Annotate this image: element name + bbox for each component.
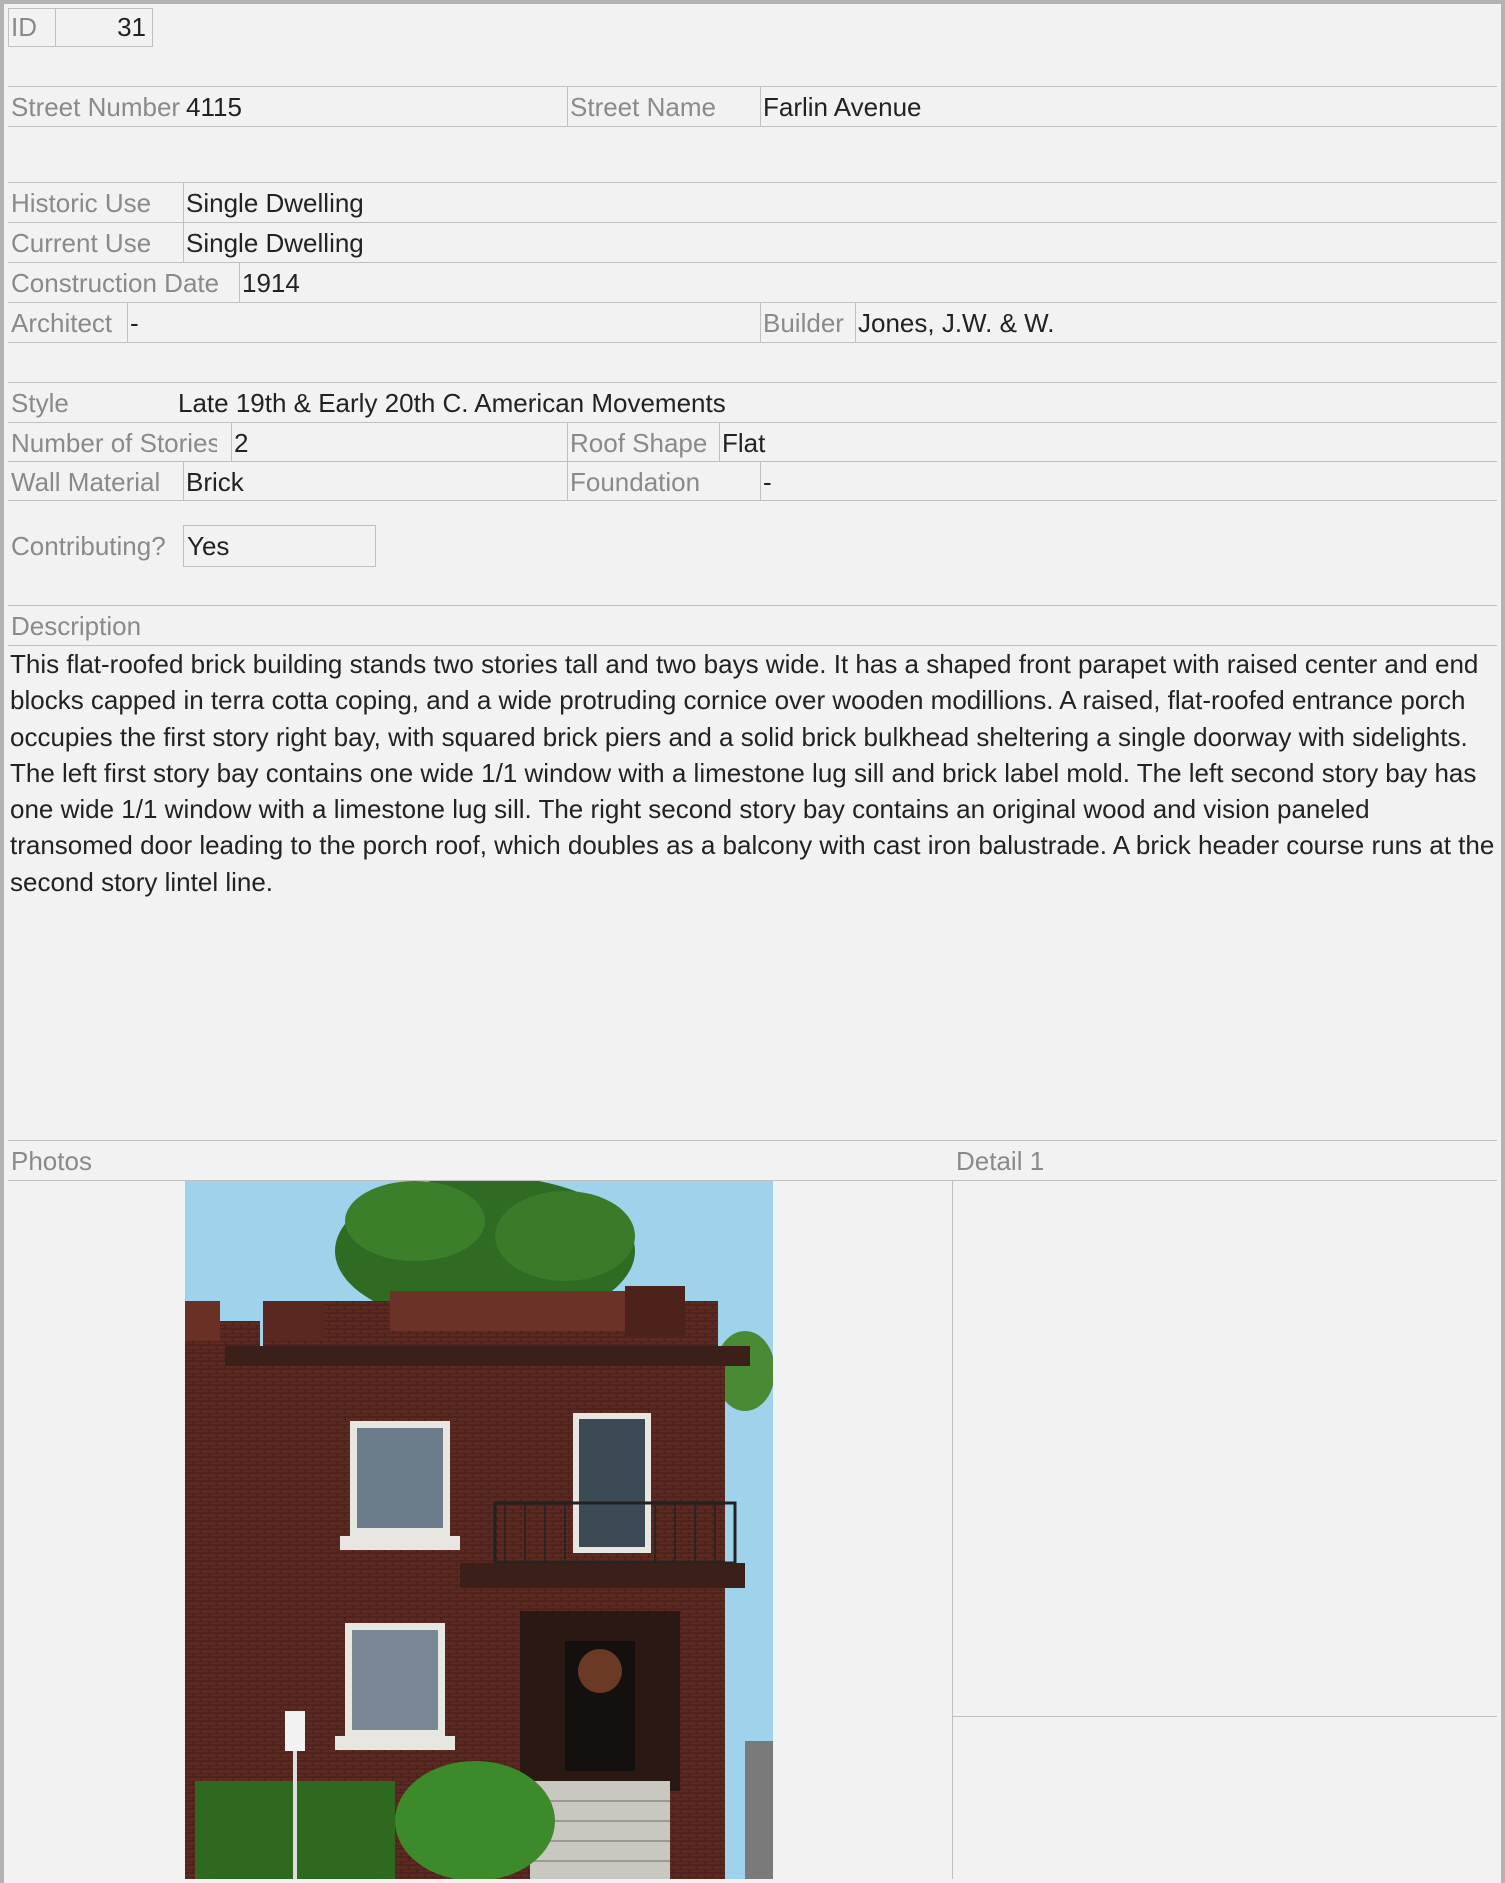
contributing-label: Contributing? (11, 531, 166, 561)
description-text[interactable]: This flat-roofed brick building stands t… (10, 646, 1498, 900)
style-label: Style (11, 388, 69, 418)
foundation-field[interactable]: - (760, 462, 1060, 502)
stories-field[interactable]: 2 (231, 423, 531, 463)
architect-label: Architect (11, 308, 113, 338)
builder-label: Builder (763, 308, 844, 338)
construction-date-label: Construction Date (11, 268, 220, 298)
stories-label: Number of Stories (11, 428, 217, 458)
house-photo[interactable] (185, 1181, 773, 1879)
description-label: Description (11, 611, 142, 641)
architect-field[interactable]: - (127, 303, 727, 343)
divider (952, 1716, 1497, 1717)
street-number-label: Street Number (11, 92, 181, 122)
divider (952, 1180, 953, 1879)
detail-label: Detail 1 (956, 1146, 1045, 1176)
historic-use-label: Historic Use (11, 188, 152, 218)
street-name-field[interactable]: Farlin Avenue (760, 87, 1460, 127)
roof-shape-field[interactable]: Flat (719, 423, 1019, 463)
current-use-label: Current Use (11, 228, 152, 258)
contributing-field[interactable]: Yes (184, 526, 374, 566)
current-use-field[interactable]: Single Dwelling (183, 223, 883, 263)
historic-use-field[interactable]: Single Dwelling (183, 183, 883, 223)
photos-label: Photos (11, 1146, 92, 1176)
street-name-label: Street Name (570, 92, 716, 122)
id-label: ID (11, 12, 37, 42)
construction-date-field[interactable]: 1914 (239, 263, 539, 303)
wall-material-label: Wall Material (11, 467, 161, 497)
wall-material-field[interactable]: Brick (183, 462, 483, 502)
style-field[interactable]: Late 19th & Early 20th C. American Movem… (175, 383, 1075, 423)
roof-shape-label: Roof Shape (570, 428, 708, 458)
street-number-field[interactable]: 4115 (183, 87, 563, 127)
foundation-label: Foundation (570, 467, 701, 497)
builder-field[interactable]: Jones, J.W. & W. (855, 303, 1455, 343)
id-field[interactable]: 31 (56, 8, 148, 47)
